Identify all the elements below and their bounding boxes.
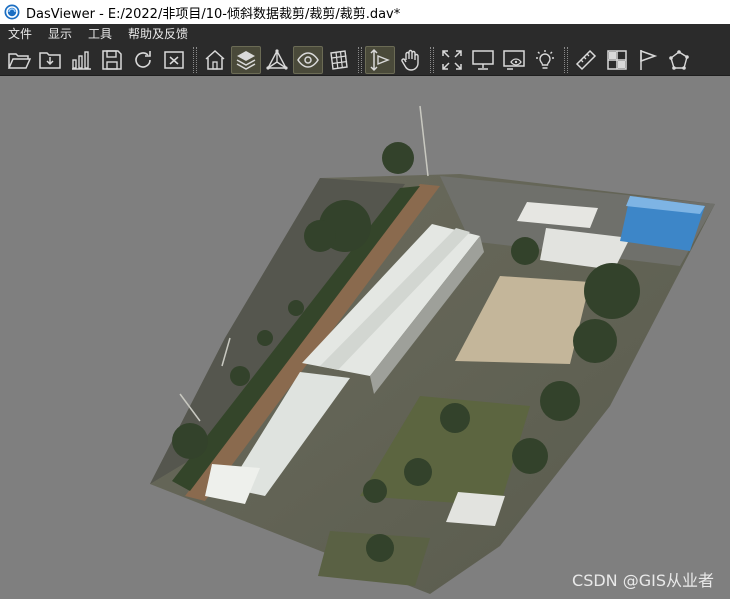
- vertical-measure-icon: [370, 48, 390, 71]
- fullscreen-icon: [442, 49, 462, 70]
- texture-view-button[interactable]: [293, 45, 323, 74]
- grid-button[interactable]: [602, 46, 632, 74]
- menu-tools[interactable]: 工具: [80, 24, 120, 44]
- grid-cube-icon: [330, 49, 348, 70]
- title-bar: DasViewer - E:/2022/非项目/10-倾斜数据裁剪/裁剪/裁剪.…: [0, 0, 730, 24]
- home-view-button[interactable]: [200, 46, 230, 74]
- screen-view-button[interactable]: [499, 46, 529, 74]
- close-file-icon: [164, 50, 184, 69]
- ruler-icon: [575, 49, 597, 70]
- menu-display[interactable]: 显示: [40, 24, 80, 44]
- fullscreen-button[interactable]: [437, 46, 467, 74]
- import-button[interactable]: [35, 46, 65, 74]
- open-button[interactable]: [4, 46, 34, 74]
- save-icon: [102, 49, 122, 70]
- toolbar: [0, 44, 730, 76]
- toolbar-separator: [193, 46, 197, 73]
- light-bulb-icon: [536, 49, 554, 69]
- 3d-viewport[interactable]: CSDN @GIS从业者: [0, 76, 730, 599]
- layers-icon: [236, 50, 256, 70]
- display-button[interactable]: [468, 46, 498, 74]
- lighting-button[interactable]: [530, 46, 560, 74]
- hand-pan-icon: [401, 49, 419, 71]
- triangle-mesh-button[interactable]: [262, 46, 292, 74]
- triangle-network-icon: [266, 48, 288, 70]
- vertical-measure-button[interactable]: [365, 45, 395, 74]
- bar-chart-icon: [72, 50, 91, 70]
- menu-help-feedback[interactable]: 帮助及反馈: [120, 24, 196, 44]
- measure-button[interactable]: [571, 46, 601, 74]
- polygon-button[interactable]: [664, 46, 694, 74]
- pan-button[interactable]: [396, 46, 426, 74]
- grid-window-icon: [607, 49, 627, 70]
- save-button[interactable]: [97, 46, 127, 74]
- eye-target-icon: [297, 51, 319, 68]
- app-logo-icon: [4, 4, 20, 20]
- marker-button[interactable]: [633, 46, 663, 74]
- refresh-button[interactable]: [128, 46, 158, 74]
- monitor-icon: [472, 49, 494, 70]
- menu-file[interactable]: 文件: [0, 24, 40, 44]
- toolbar-separator: [358, 46, 362, 73]
- toolbar-separator: [430, 46, 434, 73]
- watermark-text: CSDN @GIS从业者: [572, 571, 714, 590]
- wireframe-button[interactable]: [324, 46, 354, 74]
- toolbar-separator: [564, 46, 568, 73]
- layers-button[interactable]: [231, 45, 261, 74]
- statistics-button[interactable]: [66, 46, 96, 74]
- polygon-nodes-icon: [669, 49, 689, 70]
- close-file-button[interactable]: [159, 46, 189, 74]
- screen-eye-icon: [503, 49, 525, 70]
- oblique-model-scene: [150, 105, 715, 594]
- folder-import-icon: [39, 51, 61, 69]
- flag-icon: [640, 49, 658, 70]
- home-icon: [205, 49, 225, 70]
- window-title: DasViewer - E:/2022/非项目/10-倾斜数据裁剪/裁剪/裁剪.…: [26, 6, 401, 22]
- open-folder-icon: [7, 52, 31, 69]
- menu-bar: 文件 显示 工具 帮助及反馈: [0, 24, 730, 44]
- refresh-icon: [135, 50, 151, 68]
